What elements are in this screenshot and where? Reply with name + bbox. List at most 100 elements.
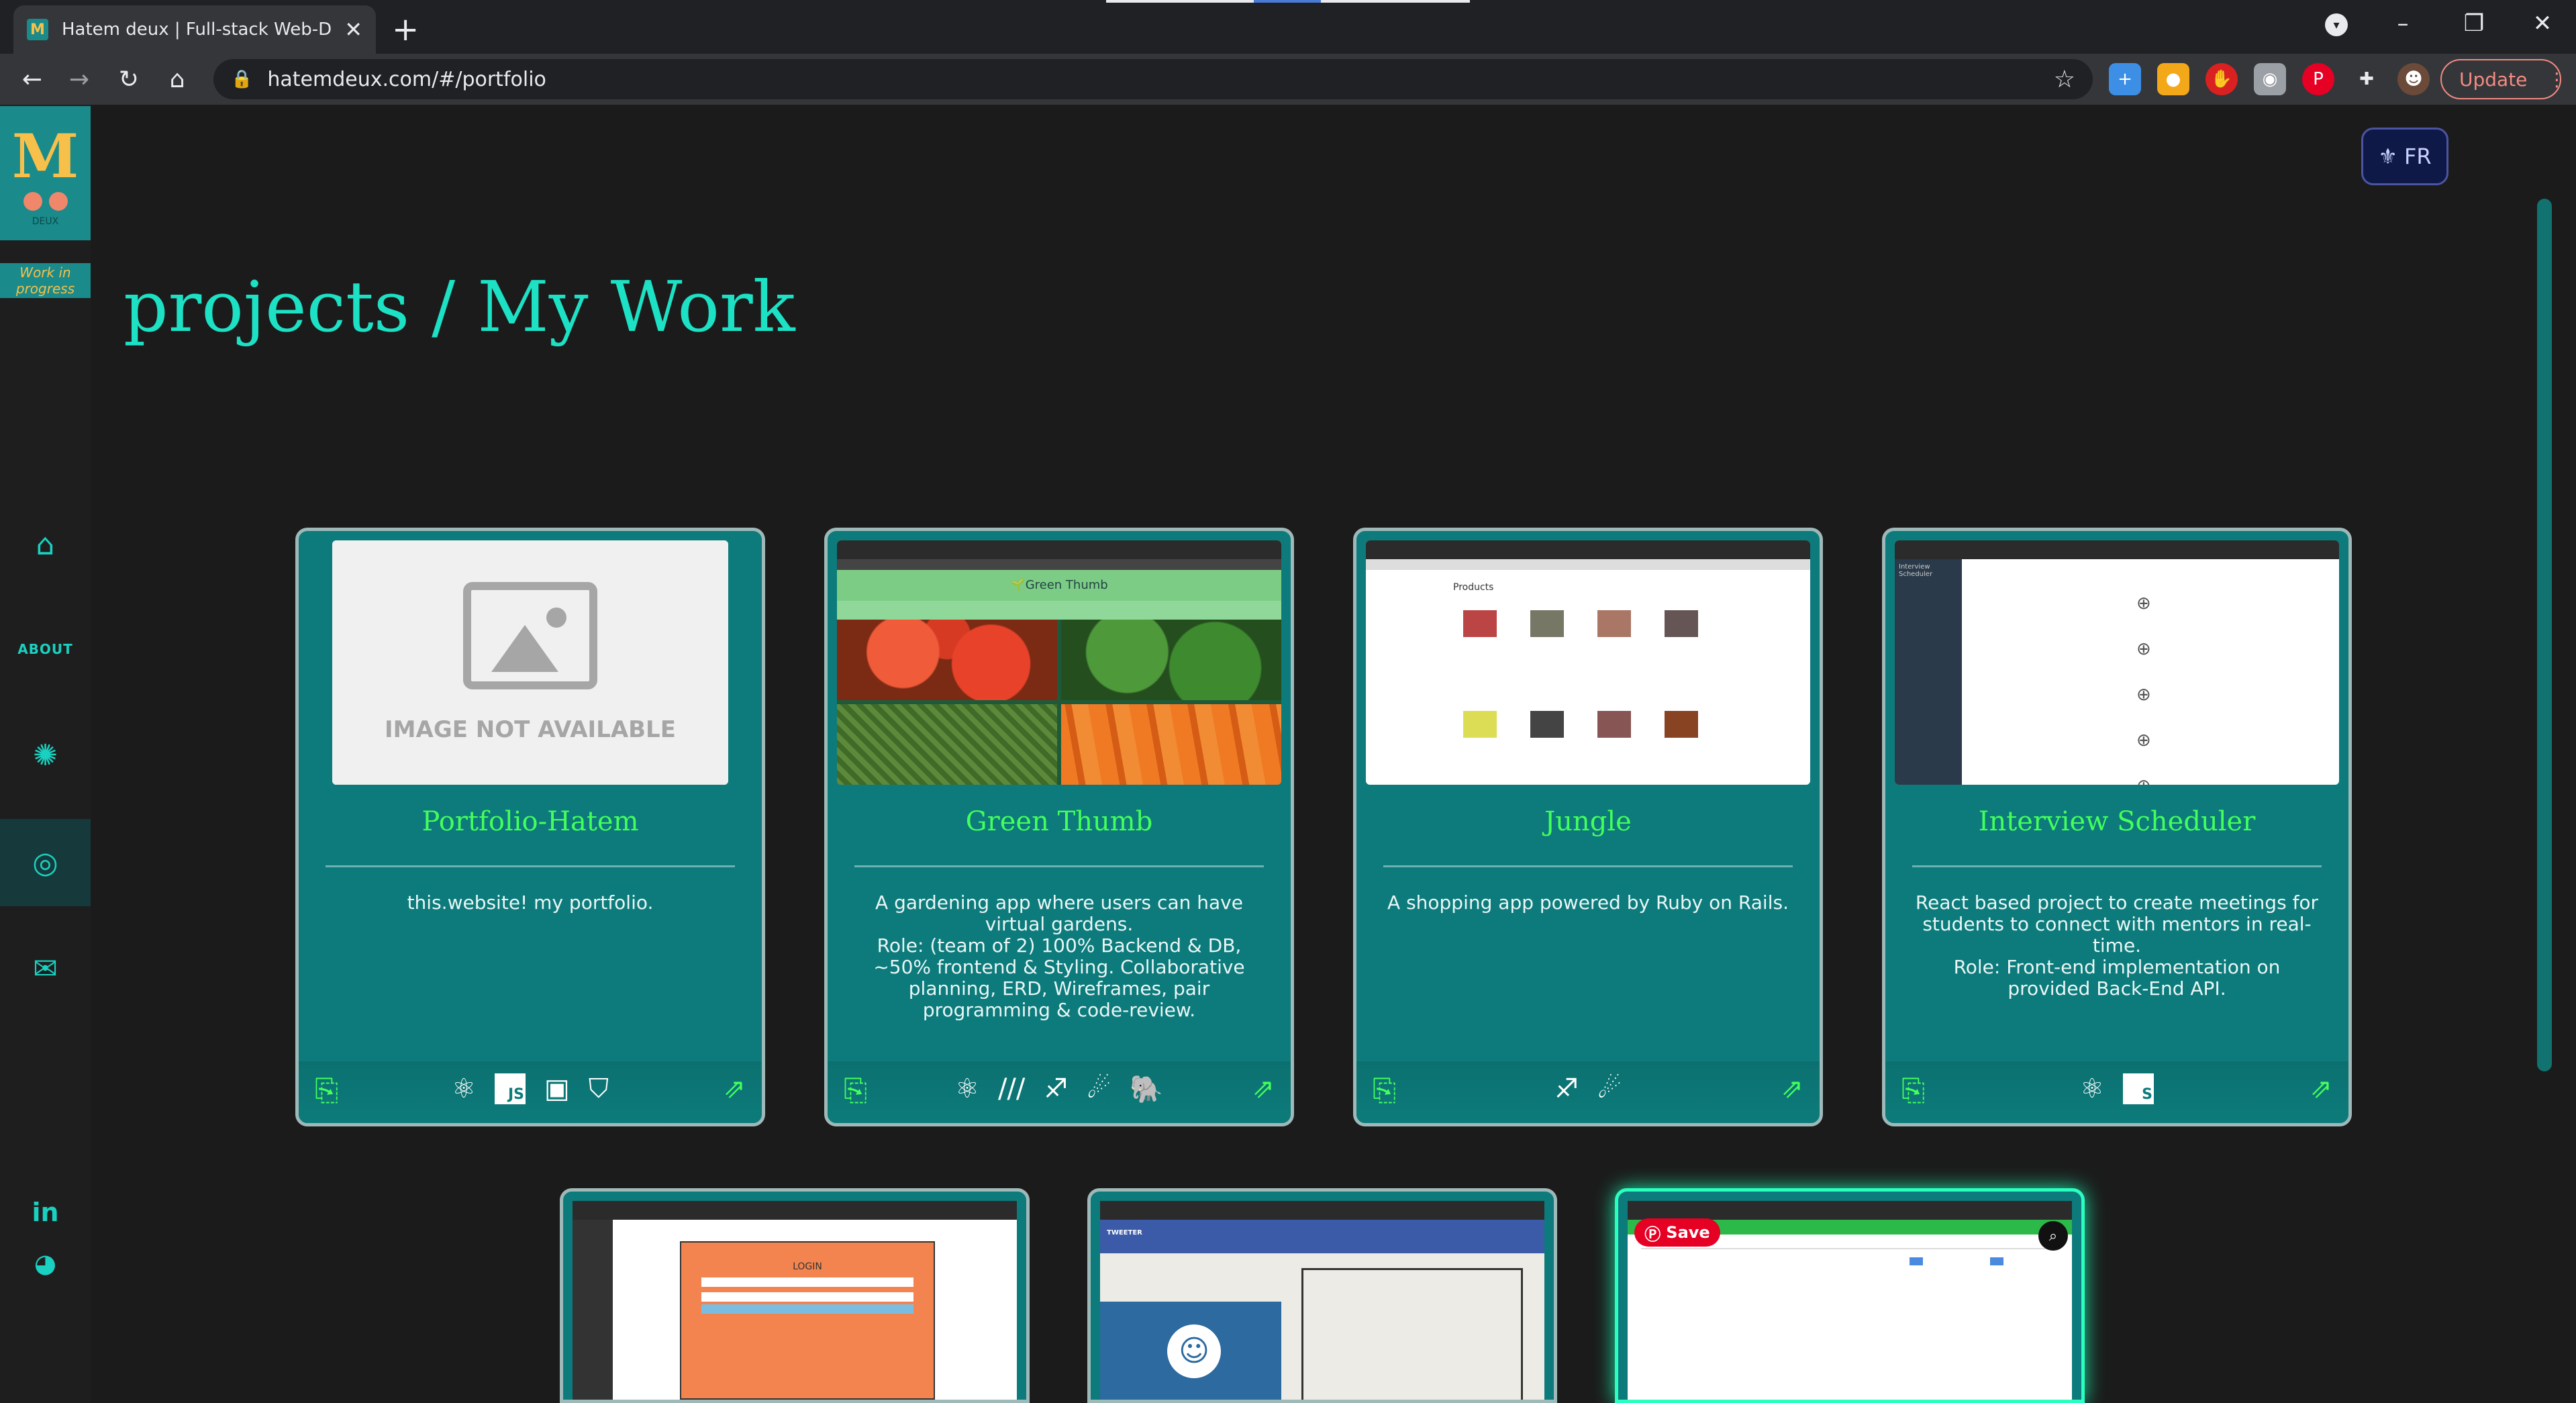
- github-link[interactable]: ◕: [0, 1243, 91, 1284]
- thumbnail-header: Products: [1453, 582, 1494, 593]
- project-card[interactable]: LOGIN: [560, 1188, 1030, 1403]
- restore-window-icon[interactable]: ❐: [2440, 0, 2508, 47]
- tech-stack: ⚛ /// ♐ ☄ 🐘: [828, 1073, 1291, 1105]
- bookmark-star-icon[interactable]: ☆: [2054, 66, 2075, 93]
- tech-stack: ⚛ JS ▣ ⛉: [299, 1073, 762, 1104]
- tab-search-icon[interactable]: ▾: [2325, 13, 2348, 36]
- external-link-icon[interactable]: ⇗: [1781, 1073, 1803, 1104]
- storybook-icon: S: [2122, 1073, 2154, 1104]
- project-title: Green Thumb: [965, 806, 1153, 837]
- extension-honey-icon[interactable]: ●: [2157, 63, 2189, 95]
- brain-icon: ✺: [33, 738, 58, 773]
- css-icon: ▣: [544, 1073, 570, 1104]
- project-thumbnail[interactable]: IMAGE NOT AVAILABLE: [332, 540, 728, 785]
- divider: [854, 865, 1264, 867]
- browser-toolbar: ← → ↻ ⌂ 🔒 hatemdeux.com/#/portfolio ☆ + …: [0, 54, 2576, 105]
- scheduler-sidebar: Interview Scheduler: [1895, 559, 1962, 785]
- project-title: Jungle: [1544, 806, 1632, 837]
- nav-portfolio[interactable]: ◎: [0, 819, 91, 906]
- project-card[interactable]: Ⓟ Save ⌕: [1615, 1188, 2085, 1403]
- project-card[interactable]: Products Jungle A shopping app powered b…: [1353, 528, 1823, 1126]
- nav-about-label: ABOUT: [17, 641, 73, 657]
- external-link-icon[interactable]: ⇗: [2310, 1073, 2332, 1104]
- project-thumbnail[interactable]: Products: [1366, 540, 1810, 785]
- project-card[interactable]: 🌱Green Thumb Green Thumb A gardening app…: [824, 528, 1294, 1126]
- work-in-progress-badge: Work in progress: [0, 263, 91, 298]
- project-thumbnail[interactable]: TWEETER ☺: [1100, 1201, 1544, 1400]
- site-logo[interactable]: M DEUX: [0, 106, 91, 240]
- extension-camera-icon[interactable]: ◉: [2254, 63, 2286, 95]
- logo-mark-icon: M: [11, 121, 79, 192]
- image-not-available-placeholder: IMAGE NOT AVAILABLE: [332, 540, 728, 785]
- extension-plus-icon[interactable]: +: [2109, 63, 2141, 95]
- css3-icon: ⛉: [588, 1073, 609, 1104]
- thumbnail-header: 🌱Green Thumb: [837, 570, 1281, 601]
- linkedin-icon: in: [32, 1198, 59, 1227]
- login-panel: LOGIN: [680, 1241, 935, 1400]
- project-card[interactable]: IMAGE NOT AVAILABLE Portfolio-Hatem this…: [295, 528, 765, 1126]
- reload-icon[interactable]: ↻: [111, 62, 146, 97]
- scrollbar-thumb[interactable]: [2537, 199, 2552, 1071]
- image-not-available-text: IMAGE NOT AVAILABLE: [385, 716, 676, 743]
- visual-search-icon[interactable]: ⌕: [2038, 1221, 2068, 1251]
- back-icon[interactable]: ←: [15, 62, 50, 97]
- pinterest-save-button[interactable]: Ⓟ Save: [1634, 1218, 1720, 1247]
- address-bar[interactable]: 🔒 hatemdeux.com/#/portfolio ☆: [213, 59, 2093, 99]
- url-text[interactable]: hatemdeux.com/#/portfolio: [267, 68, 546, 91]
- window-drag-indicator: [1106, 0, 1470, 3]
- react-icon: ⚛: [452, 1073, 477, 1104]
- divider: [1912, 865, 2322, 867]
- extensions-puzzle-icon[interactable]: ✚: [2350, 63, 2383, 95]
- nav-contact[interactable]: ✉: [0, 925, 91, 1012]
- project-title: Portfolio-Hatem: [422, 806, 639, 837]
- profile-avatar[interactable]: ☻: [2397, 63, 2430, 95]
- rails-icon: ♐: [1044, 1073, 1069, 1104]
- nav-home[interactable]: ⌂: [0, 501, 91, 588]
- project-description: React based project to create meetings f…: [1915, 891, 2319, 1000]
- nav-skills[interactable]: ✺: [0, 712, 91, 799]
- logo-eyes-icon: [23, 192, 68, 211]
- browser-tabstrip: M Hatem deux | Full-stack Web-Dev ✕ + ▾ …: [0, 0, 2576, 54]
- home-icon: ⌂: [36, 527, 55, 562]
- project-thumbnail[interactable]: Interview Scheduler ⊕⊕⊕⊕⊕: [1895, 540, 2339, 785]
- project-card[interactable]: TWEETER ☺: [1087, 1188, 1557, 1403]
- home-icon[interactable]: ⌂: [160, 62, 195, 97]
- external-link-icon[interactable]: ⇗: [1252, 1073, 1275, 1104]
- browser-tab[interactable]: M Hatem deux | Full-stack Web-Dev ✕: [13, 5, 376, 54]
- lock-icon[interactable]: 🔒: [231, 69, 252, 89]
- rails-icon: ☄: [1087, 1073, 1111, 1104]
- logo-caption: DEUX: [32, 216, 59, 227]
- forward-icon[interactable]: →: [62, 62, 97, 97]
- update-label: Update: [2459, 68, 2528, 91]
- project-thumbnail[interactable]: LOGIN: [573, 1201, 1017, 1400]
- rails-icon: ☄: [1597, 1073, 1622, 1104]
- tomato-image: [837, 620, 1057, 700]
- carrots-image: [1061, 704, 1281, 785]
- project-description: A gardening app where users can have vir…: [873, 891, 1245, 1021]
- site-favicon-icon: M: [27, 19, 48, 40]
- external-link-icon[interactable]: ⇗: [723, 1073, 746, 1104]
- project-thumbnail[interactable]: 🌱Green Thumb: [837, 540, 1281, 785]
- nav-about[interactable]: ABOUT: [0, 606, 91, 693]
- divider: [1383, 865, 1793, 867]
- close-tab-icon[interactable]: ✕: [344, 17, 362, 42]
- language-toggle-button[interactable]: ⚜ FR: [2361, 128, 2448, 185]
- extension-pinterest-icon[interactable]: P: [2302, 63, 2334, 95]
- close-window-icon[interactable]: ✕: [2509, 0, 2576, 47]
- image-placeholder-icon: [463, 582, 597, 689]
- extension-adblock-icon[interactable]: ✋: [2206, 63, 2238, 95]
- login-heading: LOGIN: [793, 1261, 822, 1272]
- update-button[interactable]: Update ⋮: [2440, 59, 2566, 99]
- linkedin-link[interactable]: in: [0, 1192, 91, 1232]
- fingerprint-icon: ◎: [32, 845, 58, 880]
- sidebar: M DEUX Work in progress ⌂ ABOUT ✺ ◎ ✉ in…: [0, 105, 91, 1403]
- tweet-list: [1301, 1268, 1523, 1400]
- fleur-de-lis-icon: ⚜: [2378, 144, 2398, 169]
- project-card[interactable]: Interview Scheduler ⊕⊕⊕⊕⊕ Interview Sche…: [1882, 528, 2352, 1126]
- new-tab-button[interactable]: +: [392, 9, 419, 50]
- minimize-window-icon[interactable]: –: [2369, 0, 2436, 47]
- thumbnail-header: Interview Scheduler: [1899, 563, 1933, 578]
- divider: [326, 865, 735, 867]
- basil-image: [1061, 620, 1281, 700]
- project-description: this.website! my portfolio.: [407, 891, 654, 914]
